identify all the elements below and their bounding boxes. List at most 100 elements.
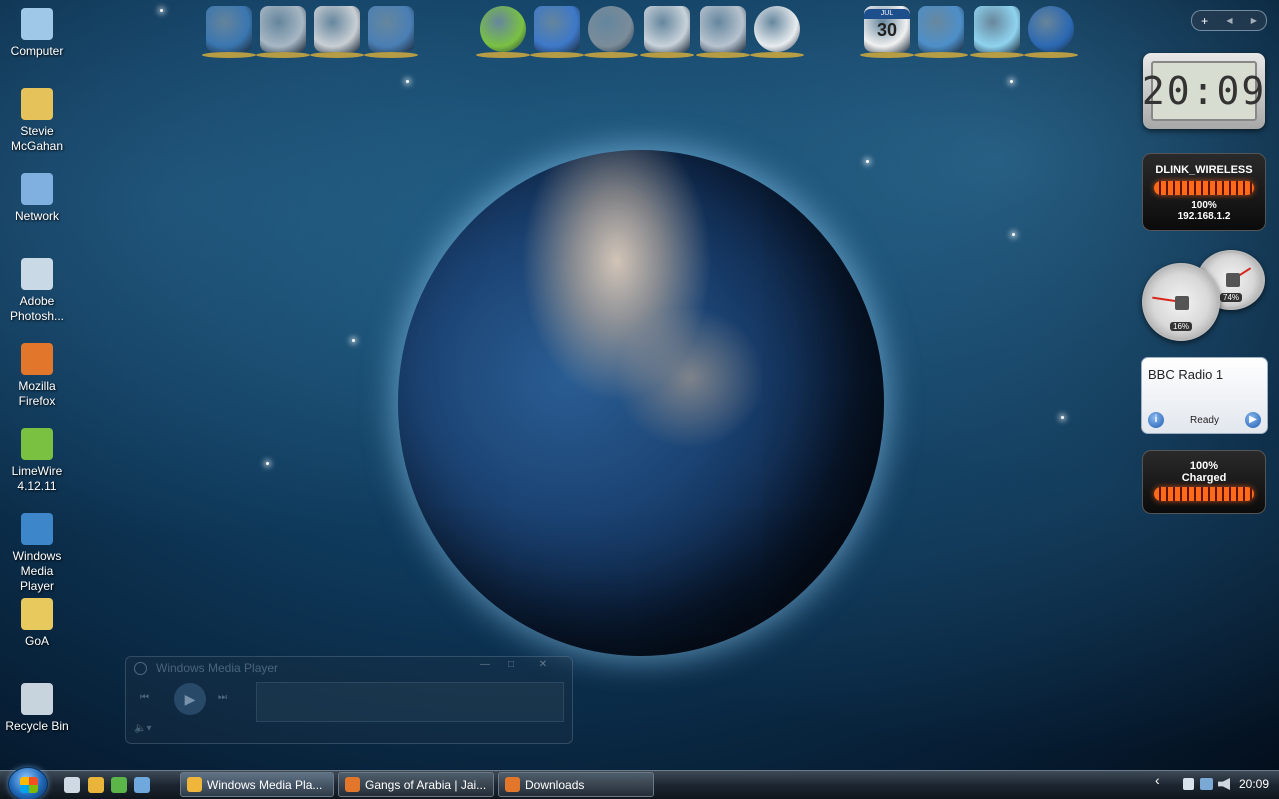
now-playing-panel bbox=[256, 682, 564, 722]
star bbox=[352, 339, 355, 342]
taskbar-button[interactable]: Windows Media Pla... bbox=[180, 772, 334, 797]
calendar-date: 30 bbox=[876, 20, 898, 40]
desktop-icon-label: Computer bbox=[10, 44, 64, 58]
desktop-icon[interactable]: Computer bbox=[2, 8, 72, 59]
desktop-icon[interactable]: Mozilla Firefox bbox=[2, 343, 72, 409]
radio-station: BBC Radio 1 bbox=[1148, 367, 1224, 382]
show-desktop-icon[interactable] bbox=[64, 777, 80, 793]
cpu-value: 16% bbox=[1169, 322, 1193, 331]
memory-chip-icon bbox=[1226, 273, 1240, 287]
cpu-gauge[interactable]: 16% bbox=[1142, 263, 1220, 341]
internet-icon[interactable] bbox=[584, 6, 638, 58]
firefox-icon bbox=[505, 777, 520, 792]
taskbar-button[interactable]: Downloads bbox=[498, 772, 654, 797]
desktop-icon[interactable]: Windows Media Player bbox=[2, 513, 72, 594]
media-center-icon[interactable] bbox=[202, 6, 256, 58]
battery-tray-icon[interactable] bbox=[1183, 778, 1194, 790]
clock-time: 20:09 bbox=[1142, 61, 1264, 121]
gadget-prev-button[interactable]: ◀ bbox=[1226, 16, 1232, 25]
clock-gadget[interactable]: 20:09 bbox=[1142, 53, 1265, 129]
firefox-icon bbox=[345, 777, 360, 792]
star bbox=[1012, 233, 1015, 236]
media-player-logo-icon bbox=[134, 662, 147, 675]
notes-icon[interactable] bbox=[530, 6, 584, 58]
desktop-icon[interactable]: Stevie McGahan bbox=[2, 88, 72, 154]
documents-icon[interactable] bbox=[256, 6, 310, 58]
computer-icon bbox=[21, 8, 53, 40]
firefox-icon bbox=[21, 343, 53, 375]
volume-control[interactable]: 🔈▾ bbox=[134, 723, 151, 734]
taskbar-button-label: Windows Media Pla... bbox=[207, 777, 323, 792]
ice-cube-icon[interactable] bbox=[970, 6, 1024, 58]
desktop-icon-label: Adobe Photosh... bbox=[9, 294, 65, 323]
wifi-ip-address: 192.168.1.2 bbox=[1177, 211, 1231, 222]
switch-windows-icon[interactable] bbox=[134, 777, 150, 793]
desktop-icon[interactable]: Adobe Photosh... bbox=[2, 258, 72, 324]
star bbox=[866, 160, 869, 163]
dock-controls[interactable]: + ◀ ▶ bbox=[1191, 10, 1267, 31]
radio-play-button[interactable]: ▶ bbox=[1245, 412, 1261, 428]
start-button[interactable] bbox=[8, 767, 48, 799]
network-tray-icon[interactable] bbox=[1200, 778, 1213, 790]
gadget-add-button[interactable]: + bbox=[1201, 14, 1208, 28]
next-track-button[interactable]: ⏭ bbox=[218, 692, 227, 703]
minimize-button[interactable]: — bbox=[474, 659, 496, 673]
wmp-quicklaunch-icon[interactable] bbox=[88, 777, 104, 793]
play-button[interactable]: ▶ bbox=[174, 683, 206, 715]
battery-state: Charged bbox=[1181, 472, 1227, 484]
recycle-bin-icon bbox=[21, 683, 53, 715]
desktop-icon-label: Windows Media Player bbox=[12, 549, 62, 593]
media-icon[interactable] bbox=[696, 6, 750, 58]
messenger-icon[interactable] bbox=[111, 777, 127, 793]
close-button[interactable]: ✕ bbox=[532, 659, 554, 673]
desktop-icon-label: LimeWire 4.12.11 bbox=[11, 464, 63, 493]
desktop-icon-label: GoA bbox=[24, 634, 49, 648]
limewire-icon[interactable] bbox=[476, 6, 530, 58]
windows-logo-icon bbox=[20, 777, 38, 793]
tray-expand-chevron[interactable]: ‹ bbox=[1155, 772, 1160, 788]
user-folder-icon bbox=[21, 88, 53, 120]
taskbar-button[interactable]: Gangs of Arabia | Jai... bbox=[338, 772, 494, 797]
media-player-icon bbox=[21, 513, 53, 545]
battery-gadget[interactable]: 100% Charged bbox=[1142, 450, 1266, 514]
calendar-icon[interactable]: JUL 30 bbox=[860, 6, 914, 58]
taskbar-button-label: Gangs of Arabia | Jai... bbox=[365, 777, 487, 792]
previous-track-button[interactable]: ⏮ bbox=[140, 692, 149, 703]
wifi-signal-percent: 100% bbox=[1191, 200, 1217, 211]
star bbox=[1010, 80, 1013, 83]
network-icon bbox=[21, 173, 53, 205]
wifi-gadget[interactable]: DLINK_WIRELESS 100% 192.168.1.2 bbox=[1142, 153, 1266, 231]
star bbox=[160, 9, 163, 12]
folder-icon bbox=[21, 598, 53, 630]
memory-value: 74% bbox=[1219, 293, 1243, 302]
windows-logo-icon[interactable] bbox=[1024, 6, 1078, 58]
desktop-icon[interactable]: Network bbox=[2, 173, 72, 224]
media-player-window[interactable]: Windows Media Player — □ ✕ ⏮ ▶ ⏭ 🔈▾ bbox=[125, 656, 573, 744]
photoshop-icon bbox=[21, 258, 53, 290]
maximize-button[interactable]: □ bbox=[500, 659, 522, 673]
star bbox=[406, 80, 409, 83]
desktop-icon[interactable]: GoA bbox=[2, 598, 72, 649]
pictures-icon[interactable] bbox=[310, 6, 364, 58]
desktop-icon[interactable]: Recycle Bin bbox=[2, 683, 72, 734]
mail-icon[interactable] bbox=[640, 6, 694, 58]
cpu-chip-icon bbox=[1175, 296, 1189, 310]
desktop-icon-label: Stevie McGahan bbox=[10, 124, 64, 153]
gadget-next-button[interactable]: ▶ bbox=[1251, 16, 1257, 25]
music-icon[interactable] bbox=[364, 6, 418, 58]
desktop-icon-label: Recycle Bin bbox=[5, 719, 69, 733]
star bbox=[1061, 416, 1064, 419]
battery-percent: 100% bbox=[1189, 460, 1219, 472]
wallpaper-earth bbox=[398, 150, 884, 656]
taskbar-button-label: Downloads bbox=[525, 777, 585, 792]
desktop-icon[interactable]: LimeWire 4.12.11 bbox=[2, 428, 72, 494]
radio-gadget[interactable]: BBC Radio 1 i Ready ▶ bbox=[1141, 357, 1268, 434]
tray-clock[interactable]: 20:09 bbox=[1239, 777, 1269, 791]
wifi-signal-bar bbox=[1154, 181, 1254, 195]
skype-icon[interactable] bbox=[750, 6, 804, 58]
settings-icon[interactable] bbox=[914, 6, 968, 58]
media-player-icon bbox=[187, 777, 202, 792]
window-title: Windows Media Player bbox=[156, 661, 279, 675]
limewire-icon bbox=[21, 428, 53, 460]
desktop-icon-label: Mozilla Firefox bbox=[18, 379, 56, 408]
